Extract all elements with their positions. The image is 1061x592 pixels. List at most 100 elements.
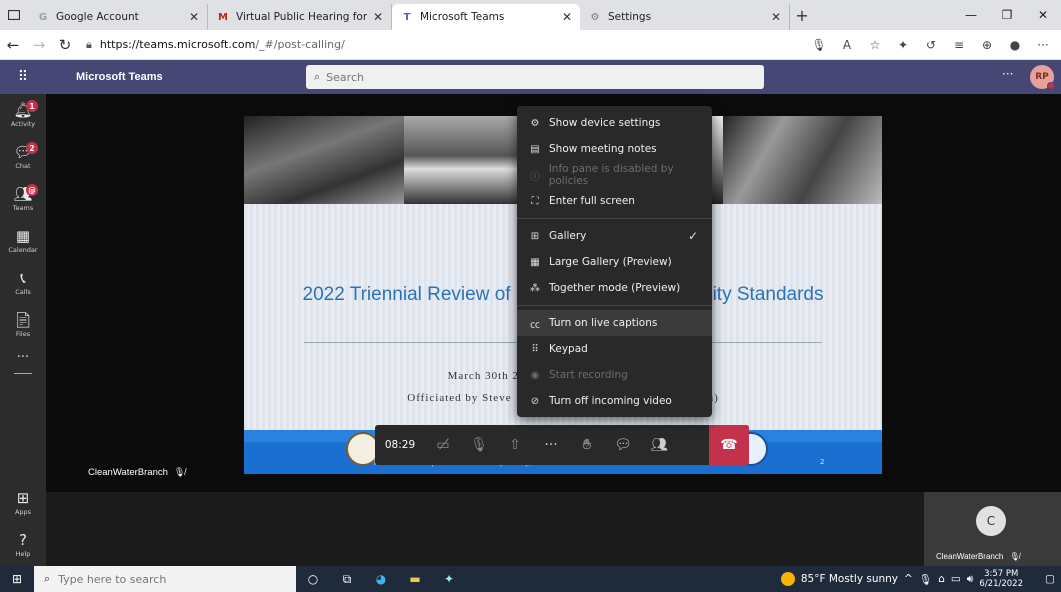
menu-item-icon: ▤ (530, 143, 540, 155)
lock-icon[interactable]: 🔒︎ (86, 38, 92, 52)
notifications-icon[interactable]: ▢ (1039, 573, 1061, 585)
rail-item-label: Chat (15, 162, 31, 170)
taskbar-search[interactable]: ⌕ (34, 566, 296, 592)
menu-item[interactable]: ⁂ Together mode (Preview) (517, 275, 712, 301)
extension-icon[interactable]: ✦ (889, 32, 917, 58)
menu-item-label: Turn off incoming video (549, 395, 672, 407)
tab-favicon-icon: G (38, 11, 48, 23)
tab-close-icon[interactable]: ✕ (771, 10, 781, 24)
more-actions-icon[interactable]: ··· (533, 425, 569, 465)
address-bar: ← → ↻ 🔒︎ https://teams.microsoft.com/_#/… (0, 30, 1061, 60)
app-launcher-icon[interactable]: ⠿ (0, 60, 46, 94)
tab-title: Google Account (56, 11, 139, 23)
mic-muted-icon[interactable]: 🎙︎ (461, 425, 497, 465)
rail-item-label: Files (15, 330, 31, 338)
menu-item[interactable]: ⊘ Turn off incoming video (517, 388, 712, 414)
camera-off-icon[interactable]: ▭̸ (425, 425, 461, 465)
menu-item[interactable]: ㏄ Turn on live captions (517, 310, 712, 336)
microphone-permission-icon[interactable]: 🎙︎ (805, 32, 833, 58)
menu-item[interactable]: ⛶ Enter full screen (517, 188, 712, 214)
edge-icon[interactable]: ◕ (364, 566, 398, 592)
self-view-tile[interactable]: C CleanWaterBranch 🎙︎̸ (924, 492, 1061, 566)
tray-network-icon[interactable]: ⌂ (938, 573, 945, 585)
browser-toolbar: 🎙︎ A ☆ ✦ ↺ ≡ ⊕ ● ··· (805, 32, 1057, 58)
refresh-icon[interactable]: ↻ (52, 32, 78, 58)
menu-item-label: Start recording (549, 369, 628, 381)
rail-item-help[interactable]: ? Help (0, 524, 46, 566)
restore-icon[interactable]: ❐ (989, 0, 1025, 30)
waterfall-photo (244, 116, 404, 204)
pinned-app-icon[interactable]: ✦ (432, 566, 466, 592)
rail-more-icon[interactable]: ··· (0, 350, 46, 365)
file-explorer-icon[interactable]: ▬ (398, 566, 432, 592)
rail-item-calendar[interactable]: ▦ Calendar (0, 220, 46, 262)
menu-item-icon: ▦ (530, 256, 540, 268)
call-control-bar: 08:29 ▭̸ 🎙︎ ⇧ ··· ✋︎ 💬︎ 👥︎ ☎ (375, 425, 749, 465)
read-aloud-icon[interactable]: A (833, 32, 861, 58)
menu-item-icon: ㏄ (530, 319, 540, 331)
tray-mic-icon[interactable]: 🎙︎ (919, 573, 932, 586)
tab-close-icon[interactable]: ✕ (373, 10, 383, 24)
menu-item[interactable]: ⚙ Show device settings (517, 110, 712, 136)
taskbar-clock[interactable]: 3:57 PM 6/21/2022 (979, 569, 1029, 589)
raise-hand-icon[interactable]: ✋︎ (569, 425, 605, 465)
search-box[interactable]: ⌕ (306, 65, 764, 89)
collections-icon[interactable]: ⊕ (973, 32, 1001, 58)
rail-item-chat[interactable]: 💬︎ Chat 2 (0, 136, 46, 178)
share-tray-icon[interactable]: ⇧ (497, 425, 533, 465)
rail-item-files[interactable]: 📄︎ Files (0, 304, 46, 346)
profile-icon[interactable]: ● (1001, 32, 1029, 58)
tab-favicon-icon: T (403, 11, 411, 23)
menu-item[interactable]: ⊞ Gallery ✓ (517, 223, 712, 249)
tray-display-icon[interactable]: ▭ (951, 573, 961, 585)
back-icon[interactable]: ← (0, 32, 26, 58)
slide-subtitle-left: 2022 Triennial Review of St (302, 284, 534, 305)
browser-tab[interactable]: ⚙ Settings ✕ (580, 4, 790, 30)
menu-item[interactable]: ▤ Show meeting notes (517, 136, 712, 162)
tab-close-icon[interactable]: ✕ (189, 10, 199, 24)
rail-divider (14, 373, 32, 374)
user-initials: RP (1035, 72, 1049, 82)
menu-item[interactable]: ▦ Large Gallery (Preview) (517, 249, 712, 275)
windows-start-icon[interactable]: ⊞ (0, 566, 34, 592)
favorites-icon[interactable]: ≡ (945, 32, 973, 58)
browser-tab[interactable]: T Microsoft Teams ✕ (392, 4, 580, 30)
minimize-icon[interactable]: — (953, 0, 989, 30)
tray-volume-icon[interactable]: 🔊︎ (967, 573, 974, 586)
menu-item-icon: ◉ (530, 369, 540, 381)
user-avatar[interactable]: RP (1030, 65, 1055, 90)
hang-up-button[interactable]: ☎ (709, 425, 749, 465)
weather-icon[interactable] (780, 572, 795, 586)
clock-date: 6/21/2022 (979, 579, 1023, 589)
notification-badge: 1 (26, 100, 38, 112)
taskbar-search-input[interactable] (58, 572, 279, 586)
tray-chevron-icon[interactable]: ^ (904, 573, 913, 585)
cortana-icon[interactable]: ○ (296, 566, 330, 592)
browser-menu-icon[interactable]: ··· (1029, 32, 1057, 58)
weather-text[interactable]: 85°F Mostly sunny (801, 573, 898, 585)
close-window-icon[interactable]: ✕ (1025, 0, 1061, 30)
favorite-star-icon[interactable]: ☆ (861, 32, 889, 58)
chat-icon[interactable]: 💬︎ (605, 425, 641, 465)
new-tab-button[interactable]: + (790, 3, 814, 27)
forward-icon[interactable]: → (26, 32, 52, 58)
refresh-extension-icon[interactable]: ↺ (917, 32, 945, 58)
tab-close-icon[interactable]: ✕ (562, 10, 572, 24)
task-view-icon[interactable]: ⧉ (330, 566, 364, 592)
browser-tab-strip: G Google Account ✕ M Virtual Public Hearing … (0, 0, 1061, 30)
search-input[interactable] (326, 70, 727, 84)
browser-tab[interactable]: G Google Account ✕ (28, 4, 208, 30)
rail-item-teams[interactable]: 👥︎ Teams @ (0, 178, 46, 220)
system-tray: 85°F Mostly sunny ^ 🎙︎ ⌂ ▭ 🔊︎ 3:57 PM 6/… (780, 566, 1061, 592)
browser-tab[interactable]: M Virtual Public Hearing for 2022 Tr ✕ (208, 4, 392, 30)
rail-item-apps[interactable]: ⊞ Apps (0, 482, 46, 524)
rail-item-activity[interactable]: 🔔︎ Activity 1 (0, 94, 46, 136)
more-options-icon[interactable]: ··· (1002, 67, 1013, 81)
url-field[interactable]: 🔒︎ https://teams.microsoft.com/_#/post-c… (86, 38, 706, 52)
participants-icon[interactable]: 👥︎ (641, 425, 677, 465)
mic-off-icon: 🎙︎̸ (173, 467, 186, 477)
menu-item[interactable]: ⠿ Keypad (517, 336, 712, 362)
rail-item-calls[interactable]: 📞︎ Calls (0, 262, 46, 304)
menu-item-label: Large Gallery (Preview) (549, 256, 672, 268)
tab-actions-icon[interactable] (0, 0, 28, 30)
